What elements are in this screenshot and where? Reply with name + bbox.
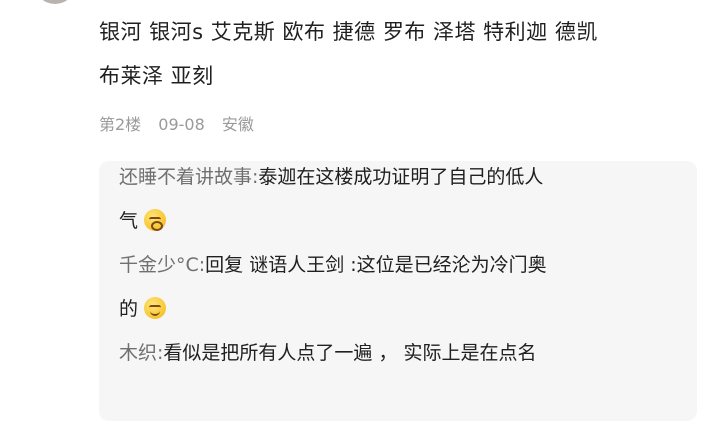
reply-author[interactable]: 还睡不着讲故事:	[119, 166, 258, 188]
reply-item[interactable]: 木织:看似是把所有人点了一遍 ， 实际上是在点名	[119, 331, 679, 375]
post-meta: 第2楼 09-08 安徽	[99, 111, 266, 139]
blush-face-icon	[144, 209, 167, 231]
post-date: 09-08	[158, 115, 205, 134]
reply-text: 的	[119, 298, 139, 320]
reply-item[interactable]: 还睡不着讲故事:泰迦在这楼成功证明了自己的低人 气	[119, 155, 679, 243]
reply-list: 还睡不着讲故事:泰迦在这楼成功证明了自己的低人 气 千金少°C:回复 谜语人王剑…	[99, 161, 697, 421]
reply-text: 泰迦在这楼成功证明了自己的低人	[258, 166, 544, 188]
post-location: 安徽	[221, 115, 254, 134]
post-line: 布莱泽 亚刻	[99, 64, 214, 88]
avatar[interactable]	[34, 0, 76, 4]
reply-item[interactable]: 千金少°C:回复 谜语人王剑 :这位是已经沦为冷门奥 的	[119, 243, 679, 331]
post-content: 银河 银河s 艾克斯 欧布 捷德 罗布 泽塔 特利迦 德凯 布莱泽 亚刻	[99, 10, 699, 98]
reply-author[interactable]: 千金少°C:	[119, 254, 205, 276]
reply-author[interactable]: 木织:	[119, 342, 163, 364]
reply-text: 回复 谜语人王剑 :这位是已经沦为冷门奥	[205, 254, 547, 276]
post-line: 银河 银河s 艾克斯 欧布 捷德 罗布 泽塔 特利迦 德凯	[99, 20, 598, 44]
reply-text: 气	[119, 210, 139, 232]
reply-text: 看似是把所有人点了一遍 ， 实际上是在点名	[163, 342, 537, 364]
smile-face-icon	[144, 297, 167, 319]
floor-number: 第2楼	[99, 115, 142, 134]
